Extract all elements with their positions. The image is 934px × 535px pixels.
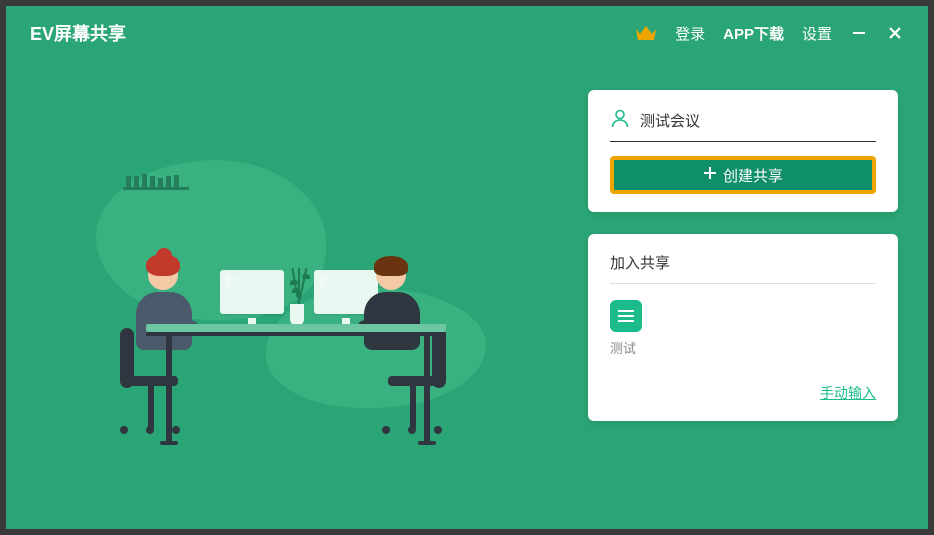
session-label: 测试 [610,338,636,357]
plant-stems [294,268,304,308]
app-window: EV屏幕共享 登录 APP下载 设置 [6,6,928,529]
panel-area: 创建共享 加入共享 测试 手动输入 [588,60,928,529]
login-link[interactable]: 登录 [675,23,705,44]
content-area: 创建共享 加入共享 测试 手动输入 [6,60,928,529]
manual-input-link[interactable]: 手动输入 [610,383,876,403]
create-share-card: 创建共享 [588,90,898,212]
session-icon [610,300,642,332]
meeting-scene [76,200,506,470]
join-share-card: 加入共享 测试 手动输入 [588,234,898,421]
close-button[interactable] [886,24,904,42]
app-title: EV屏幕共享 [30,20,126,46]
desk [146,324,446,332]
settings-link[interactable]: 设置 [802,23,832,44]
meeting-name-row [610,108,876,142]
crown-icon[interactable] [635,24,657,42]
titlebar: EV屏幕共享 登录 APP下载 设置 [6,6,928,60]
create-share-label: 创建共享 [723,165,783,186]
user-icon [610,108,630,133]
chair-right [432,328,446,388]
bookshelf-graphic [126,172,186,190]
plus-icon [703,166,717,184]
meeting-name-input[interactable] [640,112,876,129]
monitor-left [220,270,284,314]
titlebar-actions: 登录 APP下载 设置 [635,23,904,44]
session-item[interactable]: 测试 [610,300,876,357]
minimize-button[interactable] [850,24,868,42]
app-download-link[interactable]: APP下载 [723,23,784,44]
vase [290,304,304,326]
chair-left [120,328,134,388]
person-right [376,260,420,350]
create-share-button[interactable]: 创建共享 [610,156,876,194]
illustration [6,60,588,529]
join-share-title: 加入共享 [610,252,876,284]
